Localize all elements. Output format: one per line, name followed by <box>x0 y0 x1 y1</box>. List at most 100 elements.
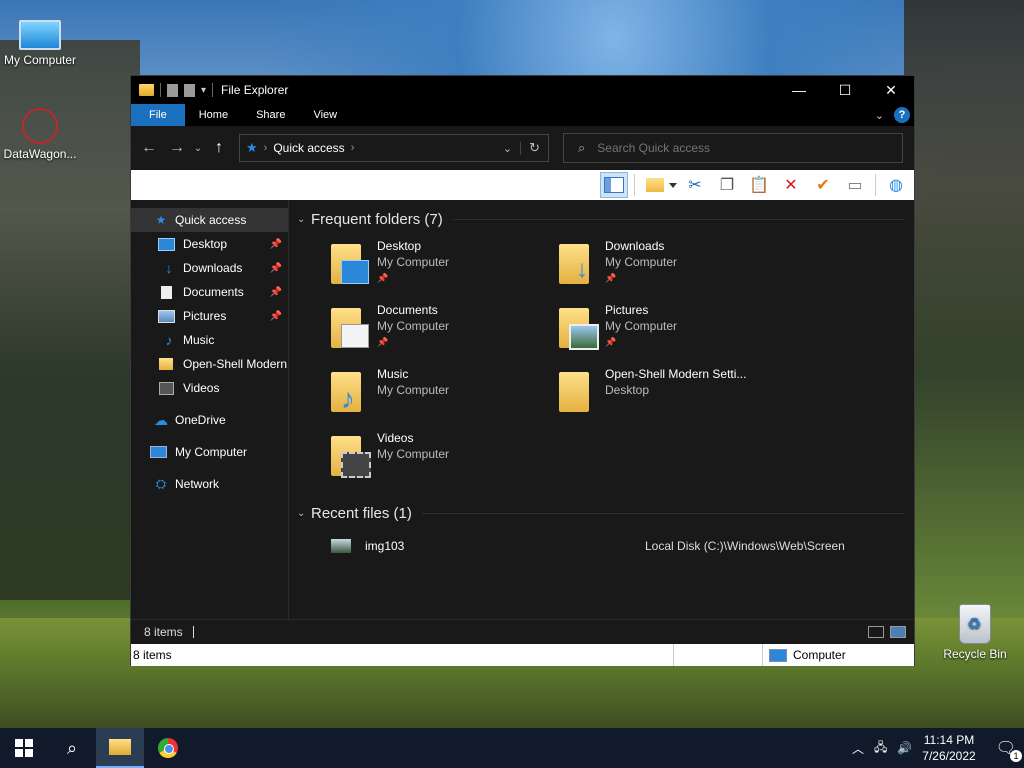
folder-tile-desktop[interactable]: Desktop My Computer 📌 <box>331 238 559 294</box>
network-icon[interactable]: 🖧 <box>874 738 887 759</box>
taskbar-file-explorer[interactable] <box>96 728 144 768</box>
forward-icon[interactable]: → <box>163 134 191 162</box>
folder-options-button[interactable] <box>641 172 669 198</box>
sidebar-item-pictures[interactable]: Pictures 📌 <box>131 304 288 328</box>
pin-icon: 📌 <box>605 337 617 347</box>
sidebar-item-my-computer[interactable]: My Computer <box>131 440 288 464</box>
large-icons-view-icon[interactable] <box>890 626 906 638</box>
desktop-icon-datawagon[interactable]: DataWagon... <box>0 108 80 161</box>
folder-name: Documents <box>377 303 438 317</box>
properties-icon[interactable]: ▭ <box>841 172 869 198</box>
up-icon[interactable]: ↑ <box>205 134 233 162</box>
help-icon[interactable]: ? <box>894 107 910 123</box>
close-button[interactable]: ✕ <box>868 76 914 104</box>
expand-ribbon-icon[interactable]: ⌄ <box>875 109 884 122</box>
action-center-icon[interactable]: 🗨 1 <box>996 738 1022 762</box>
paste-icon[interactable]: 📋 <box>745 172 773 198</box>
tab-home[interactable]: Home <box>185 104 242 126</box>
folder-icon <box>559 372 593 412</box>
sidebar-item-label: OneDrive <box>175 413 226 427</box>
computer-icon <box>769 648 787 662</box>
sidebar-item-videos[interactable]: Videos <box>131 376 288 400</box>
sidebar-item-downloads[interactable]: ↓ Downloads 📌 <box>131 256 288 280</box>
sidebar-item-music[interactable]: ♪ Music <box>131 328 288 352</box>
folder-tile-downloads[interactable]: ↓ Downloads My Computer 📌 <box>559 238 787 294</box>
sidebar-item-label: Quick access <box>175 213 247 227</box>
maximize-button[interactable]: ☐ <box>822 76 868 104</box>
start-button[interactable] <box>0 728 48 768</box>
tab-share[interactable]: Share <box>242 104 299 126</box>
status-bar: 8 items <box>131 619 914 644</box>
breadcrumb-quick-access[interactable]: Quick access <box>273 141 344 155</box>
datawagon-icon <box>22 108 58 144</box>
sidebar-item-label: Documents <box>183 285 244 299</box>
rename-check-icon[interactable]: ✔ <box>809 172 837 198</box>
chevron-up-icon[interactable]: ︿ <box>852 740 864 757</box>
minimize-button[interactable]: — <box>776 76 822 104</box>
folder-tile-videos[interactable]: Videos My Computer <box>331 430 559 486</box>
network-icon: ⛭ <box>155 476 167 491</box>
sidebar-item-open-shell[interactable]: Open-Shell Modern <box>131 352 288 376</box>
chevron-right-icon[interactable]: › <box>264 142 268 154</box>
pin-icon: 📌 <box>377 273 389 283</box>
group-header-frequent[interactable]: ⌄ Frequent folders (7) <box>297 208 914 230</box>
new-folder-icon[interactable] <box>184 83 195 97</box>
list-item[interactable]: img103 Local Disk (C:)\Windows\Web\Scree… <box>297 534 914 558</box>
folder-tile-music[interactable]: ♪ Music My Computer <box>331 366 559 422</box>
downloads-icon: ↓ <box>165 260 173 276</box>
taskbar-chrome[interactable] <box>144 728 192 768</box>
tab-view[interactable]: View <box>299 104 351 126</box>
copy-icon[interactable]: ❐ <box>713 172 741 198</box>
group-header-recent[interactable]: ⌄ Recent files (1) <box>297 502 914 524</box>
classic-status-bar: 8 items Computer <box>131 644 914 666</box>
sidebar-item-onedrive[interactable]: ☁ OneDrive <box>131 408 288 432</box>
sidebar-item-label: Music <box>183 333 215 347</box>
address-history-icon[interactable]: ⌄ <box>495 141 522 155</box>
desktop-icon-my-computer[interactable]: My Computer <box>0 12 80 67</box>
divider <box>192 626 194 638</box>
pin-icon: 📌 <box>377 337 389 347</box>
clock[interactable]: 11:14 PM 7/26/2022 <box>922 732 975 764</box>
explorer-app-icon <box>139 84 154 96</box>
windows-logo-icon <box>15 739 33 757</box>
chevron-down-icon[interactable]: ⌄ <box>297 508 311 519</box>
desktop-icon-recycle-bin[interactable]: Recycle Bin <box>935 604 1015 661</box>
folder-pictures-icon <box>559 308 599 350</box>
network-globe-icon[interactable]: ◍ <box>882 172 910 198</box>
search-input[interactable] <box>595 140 880 156</box>
group-header-label: Frequent folders (7) <box>311 210 443 228</box>
recent-locations-icon[interactable]: ⌄ <box>191 134 205 162</box>
classic-toolbar: ✂ ❐ 📋 ✕ ✔ ▭ ◍ <box>131 170 914 200</box>
navigation-pane-button[interactable] <box>600 172 628 198</box>
cloud-icon: ☁ <box>154 411 168 428</box>
chevron-right-icon[interactable]: › <box>351 142 355 154</box>
tab-file[interactable]: File <box>131 104 185 126</box>
search-icon[interactable]: ⌕ <box>48 728 96 768</box>
ribbon-tabs: File Home Share View ⌄ ? <box>131 104 914 126</box>
folder-tile-open-shell[interactable]: Open-Shell Modern Setti... Desktop <box>559 366 787 422</box>
back-icon[interactable]: ← <box>135 134 163 162</box>
dropdown-caret-icon[interactable] <box>669 182 677 188</box>
folder-tile-pictures[interactable]: Pictures My Computer 📌 <box>559 302 787 358</box>
details-view-icon[interactable] <box>868 626 884 638</box>
sidebar-item-documents[interactable]: Documents 📌 <box>131 280 288 304</box>
navigation-pane: ★ Quick access Desktop 📌 ↓ Downloads 📌 D… <box>131 200 289 619</box>
folder-location: My Computer <box>377 447 450 461</box>
sidebar-item-desktop[interactable]: Desktop 📌 <box>131 232 288 256</box>
cut-icon[interactable]: ✂ <box>681 172 709 198</box>
refresh-icon[interactable]: ↻ <box>521 140 548 156</box>
sidebar-item-network[interactable]: ⛭ Network <box>131 472 288 496</box>
divider <box>634 174 635 196</box>
sidebar-item-label: Network <box>175 477 220 491</box>
delete-icon[interactable]: ✕ <box>777 172 805 198</box>
title-bar[interactable]: ▾ File Explorer — ☐ ✕ <box>131 76 914 104</box>
search-box[interactable]: ⌕ <box>563 133 903 163</box>
sidebar-item-quick-access[interactable]: ★ Quick access <box>131 208 288 232</box>
address-bar[interactable]: ★ › Quick access › ⌄ ↻ <box>239 134 549 162</box>
chevron-down-icon[interactable]: ⌄ <box>297 214 311 225</box>
customize-qat-icon[interactable]: ▾ <box>201 85 206 96</box>
folder-tile-documents[interactable]: Documents My Computer 📌 <box>331 302 559 358</box>
volume-icon[interactable]: 🔊 <box>897 741 912 755</box>
folder-name: Music <box>377 367 409 381</box>
properties-icon[interactable] <box>167 83 178 97</box>
